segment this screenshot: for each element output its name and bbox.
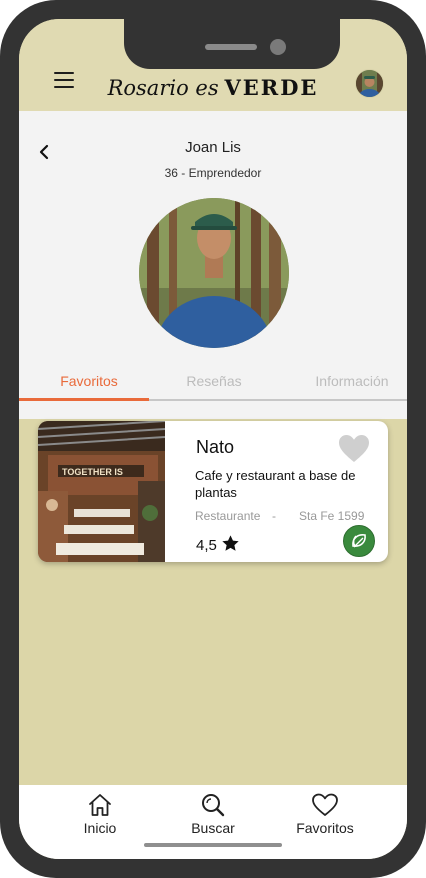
user-avatar[interactable] <box>355 69 384 98</box>
home-indicator <box>144 843 282 847</box>
meta-separator: - <box>272 509 276 523</box>
place-image: TOGETHER IS <box>38 421 166 562</box>
device-notch <box>124 19 340 69</box>
search-icon <box>202 794 225 817</box>
front-camera <box>270 39 286 55</box>
vegan-leaf-badge-icon <box>343 525 375 557</box>
place-rating: 4,5 <box>196 537 217 554</box>
star-icon <box>221 534 240 553</box>
nav-buscar[interactable]: Buscar <box>158 793 268 836</box>
app-screen: Rosario es VERDE Joan Lis 36 - Emprended… <box>19 19 407 859</box>
home-icon <box>89 794 111 816</box>
profile-name: Joan Lis <box>185 139 241 156</box>
tab-favoritos[interactable]: Favoritos <box>19 373 159 389</box>
profile-section: Joan Lis 36 - Emprendedor Favoritos Rese… <box>19 111 407 419</box>
nav-favoritos-label: Favoritos <box>296 820 354 836</box>
tab-informacion[interactable]: Información <box>287 373 407 389</box>
favorite-place-card[interactable]: TOGETHER IS Nato Cafe y restaurant a bas… <box>38 421 388 562</box>
place-address: Sta Fe 1599 <box>299 509 365 523</box>
profile-tabs: Favoritos Reseñas Información <box>19 361 407 401</box>
speaker-grill <box>205 44 257 50</box>
heart-icon[interactable] <box>338 434 370 464</box>
nav-favoritos[interactable]: Favoritos <box>270 793 380 836</box>
brand-logo: Rosario es VERDE <box>19 75 407 101</box>
brand-bold-text: VERDE <box>224 75 319 100</box>
nav-inicio-label: Inicio <box>83 820 117 836</box>
bottom-navigation: Inicio Buscar Favoritos <box>19 785 407 859</box>
place-description: Cafe y restaurant a base de plantas <box>195 468 356 500</box>
heart-outline-icon <box>312 793 338 816</box>
profile-subtitle: 36 - Emprendedor <box>164 166 262 180</box>
profile-photo <box>139 198 289 348</box>
place-image-sign: TOGETHER IS <box>62 467 123 477</box>
nav-inicio[interactable]: Inicio <box>45 793 155 836</box>
tab-resenas[interactable]: Reseñas <box>149 373 279 389</box>
nav-buscar-label: Buscar <box>191 820 235 836</box>
phone-frame: Rosario es VERDE Joan Lis 36 - Emprended… <box>0 0 426 878</box>
active-tab-indicator <box>19 398 149 401</box>
place-title: Nato <box>196 437 235 457</box>
brand-script-text: Rosario es <box>107 76 219 100</box>
place-category: Restaurante <box>195 509 261 523</box>
